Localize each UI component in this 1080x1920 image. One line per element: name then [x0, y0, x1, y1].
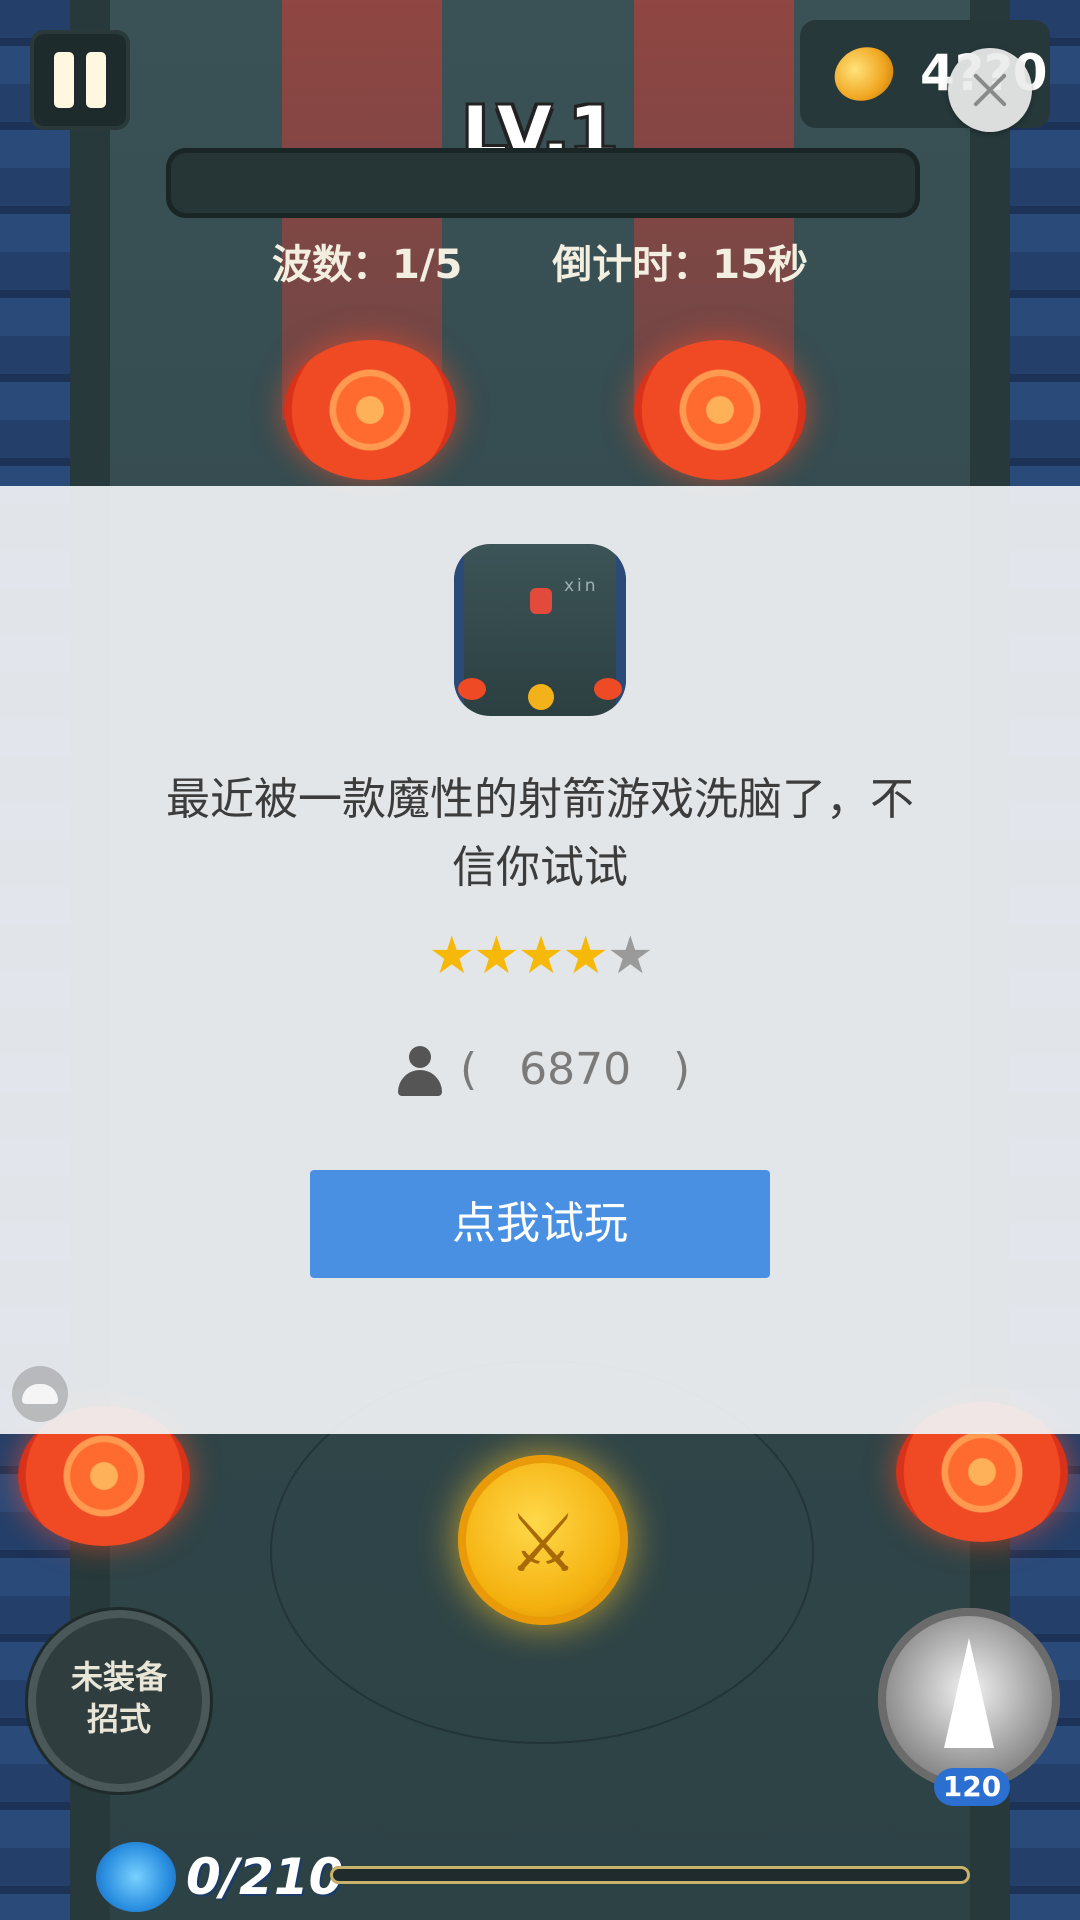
- attack-sword-icon: ⚔: [507, 1497, 579, 1590]
- portal-top-right: [634, 340, 806, 480]
- portal-top-left: [284, 340, 456, 480]
- wave-counter: 波数：1/5: [272, 242, 463, 288]
- wave-info: 波数：1/5 倒计时：15秒: [0, 232, 1080, 290]
- star-empty-icon: ★: [606, 926, 654, 986]
- skill-slot-empty[interactable]: 未装备 招式: [28, 1610, 210, 1792]
- star-filled-icon: ★: [562, 926, 609, 986]
- user-icon: [398, 1046, 442, 1096]
- skill-cost-badge: 120: [934, 1768, 1010, 1806]
- ad-title: 最近被一款魔性的射箭游戏洗脑了，不信你试试: [166, 774, 914, 893]
- rating-stars: ★★★★★: [0, 926, 1080, 986]
- coin-icon: [528, 684, 554, 710]
- try-play-button[interactable]: 点我试玩: [310, 1170, 770, 1278]
- star-filled-icon: ★: [473, 926, 520, 986]
- close-ad-button[interactable]: [948, 48, 1032, 132]
- user-count: ( 6870 ): [460, 1044, 691, 1095]
- icon-label: xin: [564, 576, 599, 596]
- ad-app-icon[interactable]: xin: [454, 544, 626, 716]
- crystal-skill-button[interactable]: 120: [878, 1608, 1060, 1806]
- energy-counter: 0/210: [186, 1848, 344, 1906]
- energy-icon: [96, 1842, 176, 1912]
- skill-slot-label: 未装备 招式: [70, 1658, 167, 1738]
- star-filled-icon: ★: [517, 926, 565, 986]
- level-progress-bar: [166, 148, 920, 218]
- attack-button[interactable]: ⚔: [458, 1455, 628, 1625]
- hero-icon: [530, 588, 552, 614]
- star-filled-icon: ★: [428, 926, 475, 986]
- turtle-icon: [22, 1384, 58, 1404]
- countdown-timer: 倒计时：15秒: [552, 242, 808, 288]
- energy-bar: [330, 1866, 970, 1884]
- turtle-icon-button[interactable]: [12, 1366, 68, 1422]
- crystal-skill-icon: [944, 1638, 994, 1748]
